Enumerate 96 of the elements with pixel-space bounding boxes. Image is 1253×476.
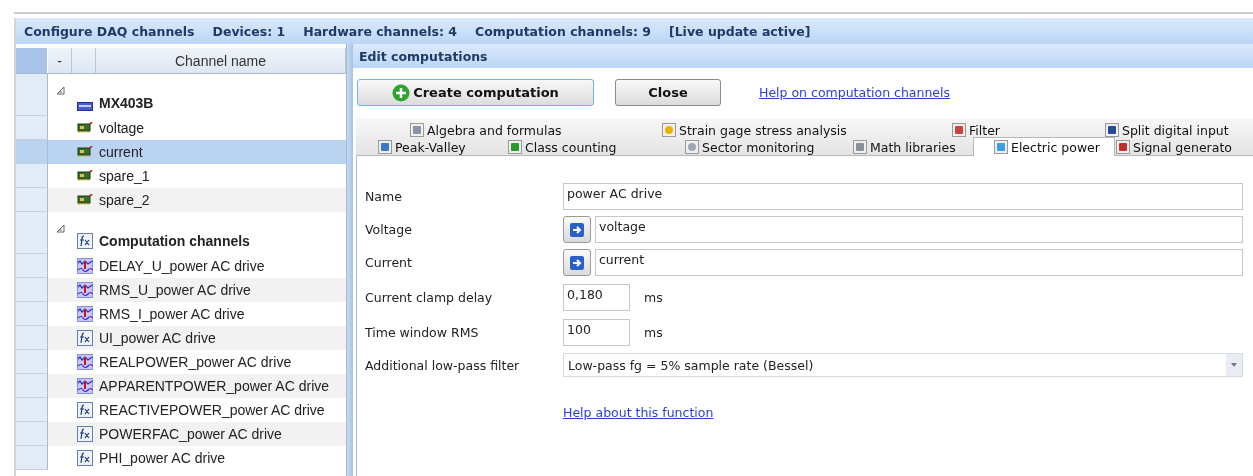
header-text: Devices: 1 [212, 23, 286, 39]
filter-dropdown[interactable]: Low-pass fg = 5% sample rate (Bessel) [563, 353, 1243, 377]
pick-channel-button[interactable] [563, 216, 591, 243]
waveform-icon [77, 282, 93, 298]
tab[interactable]: Split digital input [1104, 121, 1253, 138]
tab[interactable]: Sector monitoring [684, 137, 852, 156]
close-button[interactable]: Close [615, 79, 721, 106]
tab[interactable]: Math libraries [852, 137, 973, 156]
channel-name: spare_2 [99, 192, 150, 208]
row-header[interactable] [16, 422, 48, 446]
device-icon [77, 102, 93, 111]
channel-name: APPARENTPOWER_power AC drive [99, 378, 330, 394]
channel-row[interactable]: current [16, 140, 346, 164]
header-text: Hardware channels: 4 [303, 23, 457, 39]
tab[interactable]: Signal generato [1115, 137, 1253, 156]
channel-field[interactable]: current [595, 249, 1243, 276]
channel-name: REACTIVEPOWER_power AC drive [99, 402, 325, 418]
tab[interactable]: Filter [951, 121, 1104, 138]
number-field[interactable]: 100 [563, 318, 630, 346]
plus-icon [392, 83, 411, 102]
help-link[interactable]: Help on computation channels [759, 85, 951, 100]
row-header[interactable] [16, 254, 48, 278]
row-header[interactable] [16, 74, 48, 116]
channel-row[interactable]: APPARENTPOWER_power AC drive [16, 374, 346, 398]
row-header[interactable] [16, 326, 48, 350]
arrow-icon [570, 222, 584, 237]
group-label[interactable]: Computation channels [99, 233, 250, 249]
group-label[interactable]: MX403B [99, 95, 154, 111]
card-icon [77, 146, 93, 158]
card-icon [77, 170, 93, 182]
channel-name: spare_1 [99, 168, 150, 184]
row-header[interactable] [16, 278, 48, 302]
function-icon [77, 450, 93, 466]
channel-name: UI_power AC drive [99, 330, 216, 346]
corner-header[interactable] [16, 48, 48, 73]
row-header[interactable] [16, 446, 48, 470]
row-header[interactable] [16, 374, 48, 398]
panel-title: Edit computations [359, 48, 488, 64]
function-icon [77, 233, 93, 249]
collapse-icon[interactable] [56, 86, 65, 95]
row-header[interactable] [16, 188, 48, 212]
waveform-icon [77, 258, 93, 274]
row-header[interactable] [16, 350, 48, 374]
channel-name: RMS_U_power AC drive [99, 282, 251, 298]
field-label: Time window RMS [365, 324, 480, 340]
channel-row[interactable]: spare_2 [16, 188, 346, 212]
field-label: Name [365, 189, 403, 204]
tab[interactable]: Peak-Valley [377, 137, 507, 156]
function-icon [77, 330, 93, 346]
row-header[interactable] [16, 116, 48, 140]
channel-name: RMS_I_power AC drive [99, 306, 245, 322]
channel-name: voltage [99, 120, 145, 136]
card-icon [77, 194, 93, 206]
tab[interactable]: Algebra and formulas [409, 121, 661, 138]
tab[interactable]: Strain gage stress analysis [661, 121, 951, 138]
waveform-icon [77, 306, 93, 322]
channel-row[interactable]: POWERFAC_power AC drive [16, 422, 346, 446]
row-header[interactable] [16, 140, 48, 164]
row-header[interactable] [16, 302, 48, 326]
tab[interactable]: Class counting [507, 137, 684, 156]
waveform-icon [77, 378, 93, 394]
collapse-icon[interactable] [56, 224, 65, 233]
pick-channel-button[interactable] [563, 249, 591, 276]
field-label: Voltage [365, 222, 413, 237]
column-header[interactable]: - [48, 48, 72, 73]
channel-name: POWERFAC_power AC drive [99, 426, 282, 442]
channel-name: current [99, 144, 143, 160]
column-header[interactable]: Channel name [96, 48, 346, 73]
function-icon [77, 426, 93, 442]
field-label: Current [365, 255, 413, 270]
unit-label: ms [644, 290, 663, 305]
field-label: Additional low-pass filter [365, 357, 521, 373]
field-label: Current clamp delay [365, 290, 494, 305]
header-text: Configure DAQ channels [24, 23, 195, 39]
channel-name: PHI_power AC drive [99, 450, 226, 466]
row-header[interactable] [16, 164, 48, 188]
channel-name: DELAY_U_power AC drive [99, 258, 265, 274]
channel-name: REALPOWER_power AC drive [99, 354, 292, 370]
create-button[interactable]: Create computation [357, 79, 594, 106]
row-header[interactable] [16, 398, 48, 422]
channel-row[interactable]: RMS_U_power AC drive [16, 278, 346, 302]
row-header[interactable] [16, 212, 48, 254]
tab[interactable]: Electric power [973, 137, 1115, 156]
card-icon [77, 122, 93, 134]
channel-row[interactable]: UI_power AC drive [16, 326, 346, 350]
arrow-icon [570, 255, 584, 270]
channel-field[interactable]: voltage [595, 216, 1243, 243]
header-text: Computation channels: 9 [475, 23, 651, 39]
dropdown-arrow-icon [1231, 363, 1237, 367]
number-field[interactable]: 0,180 [563, 284, 630, 311]
text-field[interactable]: power AC drive [563, 183, 1243, 210]
help-link[interactable]: Help about this function [563, 405, 714, 420]
waveform-icon [77, 354, 93, 370]
function-icon [77, 402, 93, 418]
unit-label: ms [644, 324, 663, 340]
header-text: [Live update active] [668, 23, 811, 39]
